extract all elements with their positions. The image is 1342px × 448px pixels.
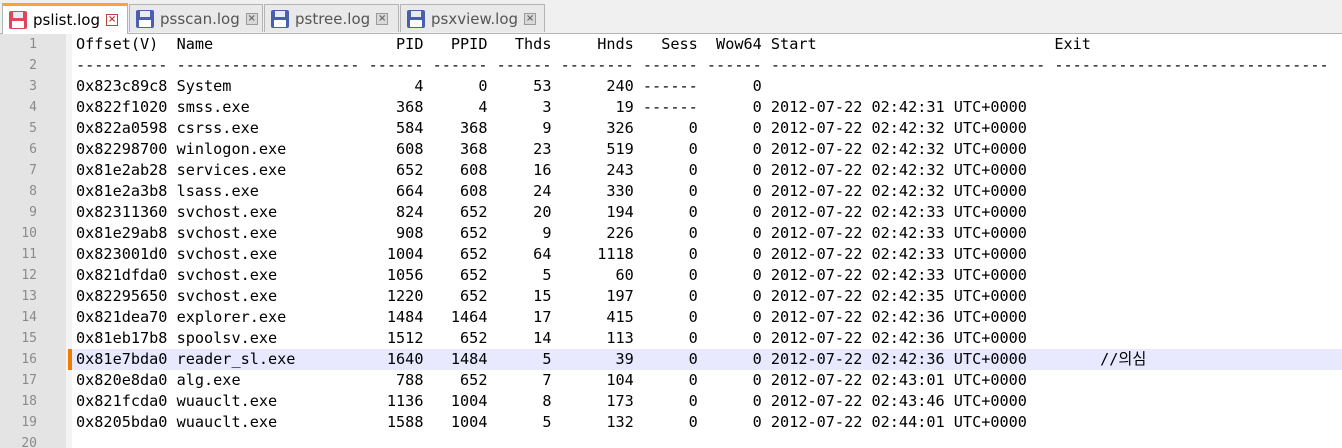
close-tab-icon[interactable]: × bbox=[106, 14, 119, 26]
line-number: 6 bbox=[29, 142, 37, 157]
line-number: 8 bbox=[29, 184, 37, 199]
floppy-disk-icon bbox=[9, 11, 27, 29]
tab-label: pstree.log bbox=[295, 9, 371, 28]
text-line[interactable]: 0x820e8da0 alg.exe 788 652 7 104 0 0 201… bbox=[72, 370, 1342, 391]
floppy-disk-icon bbox=[136, 9, 154, 28]
line-number: 15 bbox=[21, 331, 37, 346]
text-line[interactable]: Offset(V) Name PID PPID Thds Hnds Sess W… bbox=[72, 34, 1342, 55]
tab-label: psscan.log bbox=[160, 9, 240, 28]
tab-label: pslist.log bbox=[33, 11, 101, 29]
line-number: 14 bbox=[21, 310, 37, 325]
tab-psscan-log[interactable]: psscan.log × bbox=[129, 4, 263, 32]
tab-pstree-log[interactable]: pstree.log × bbox=[264, 4, 399, 32]
line-number: 10 bbox=[21, 226, 37, 241]
line-number: 11 bbox=[21, 247, 37, 262]
line-number: 17 bbox=[21, 373, 37, 388]
text-line[interactable]: ---------- -------------------- ------ -… bbox=[72, 55, 1342, 76]
line-number: 3 bbox=[29, 79, 37, 94]
line-number: 20 bbox=[21, 436, 37, 448]
text-line[interactable]: 0x81e2a3b8 lsass.exe 664 608 24 330 0 0 … bbox=[72, 181, 1342, 202]
text-line[interactable]: 0x821dfda0 svchost.exe 1056 652 5 60 0 0… bbox=[72, 265, 1342, 286]
close-tab-icon[interactable]: × bbox=[245, 12, 258, 25]
line-number: 4 bbox=[29, 100, 37, 115]
text-line[interactable]: 0x82295650 svchost.exe 1220 652 15 197 0… bbox=[72, 286, 1342, 307]
line-number: 7 bbox=[29, 163, 37, 178]
line-number-gutter: 1 2 3 4 5 6 7 8 9 10 11 12 13 14 15 16 17 18 19 20 bbox=[0, 34, 66, 448]
text-line[interactable]: 0x821dea70 explorer.exe 1484 1464 17 415… bbox=[72, 307, 1342, 328]
floppy-disk-icon bbox=[407, 9, 425, 28]
tab-psxview-log[interactable]: psxview.log × bbox=[400, 4, 545, 32]
text-line[interactable]: 0x823001d0 svchost.exe 1004 652 64 1118 … bbox=[72, 244, 1342, 265]
floppy-disk-icon bbox=[271, 9, 289, 28]
line-number: 16 bbox=[21, 352, 37, 367]
text-line[interactable]: 0x81eb17b8 spoolsv.exe 1512 652 14 113 0… bbox=[72, 328, 1342, 349]
text-line[interactable]: 0x8205bda0 wuauclt.exe 1588 1004 5 132 0… bbox=[72, 412, 1342, 433]
line-number: 2 bbox=[29, 58, 37, 73]
text-line[interactable] bbox=[72, 433, 1342, 448]
close-tab-icon[interactable]: × bbox=[376, 12, 389, 25]
line-number: 9 bbox=[29, 205, 37, 220]
text-line[interactable]: 0x822f1020 smss.exe 368 4 3 19 ------ 0 … bbox=[72, 97, 1342, 118]
tab-label: psxview.log bbox=[431, 9, 519, 28]
text-line[interactable]: 0x81e29ab8 svchost.exe 908 652 9 226 0 0… bbox=[72, 223, 1342, 244]
tab-bar: pslist.log × psscan.log × pstree.log × psxview… bbox=[0, 0, 1342, 34]
text-line[interactable]: 0x81e2ab28 services.exe 652 608 16 243 0… bbox=[72, 160, 1342, 181]
line-number: 12 bbox=[21, 268, 37, 283]
line-number: 5 bbox=[29, 121, 37, 136]
text-line[interactable]: 0x82311360 svchost.exe 824 652 20 194 0 … bbox=[72, 202, 1342, 223]
line-number: 18 bbox=[21, 394, 37, 409]
editor-area[interactable]: 1 2 3 4 5 6 7 8 9 10 11 12 13 14 15 16 17 18 19 20 Offset(V… bbox=[0, 34, 1342, 448]
text-line[interactable]: 0x823c89c8 System 4 0 53 240 ------ 0 bbox=[72, 76, 1342, 97]
line-number: 1 bbox=[29, 37, 37, 52]
change-marker bbox=[68, 349, 72, 370]
current-text-line[interactable]: 0x81e7bda0 reader_sl.exe 1640 1484 5 39 … bbox=[72, 349, 1342, 370]
close-tab-icon[interactable]: × bbox=[524, 12, 537, 25]
line-number: 19 bbox=[21, 415, 37, 430]
line-number: 13 bbox=[21, 289, 37, 304]
text-line[interactable]: 0x822a0598 csrss.exe 584 368 9 326 0 0 2… bbox=[72, 118, 1342, 139]
text-line[interactable]: 0x82298700 winlogon.exe 608 368 23 519 0… bbox=[72, 139, 1342, 160]
tab-pslist-log[interactable]: pslist.log × bbox=[2, 3, 128, 34]
text-line[interactable]: 0x821fcda0 wuauclt.exe 1136 1004 8 173 0… bbox=[72, 391, 1342, 412]
